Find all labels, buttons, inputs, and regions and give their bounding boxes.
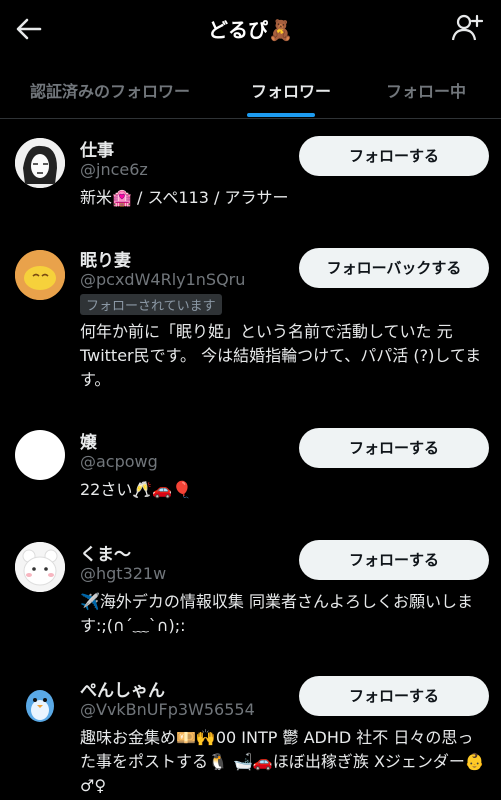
avatar[interactable]	[15, 678, 65, 728]
add-person-icon[interactable]	[451, 12, 484, 44]
page-title: どるぴ🧸	[208, 18, 293, 42]
user-name[interactable]: 仕事	[80, 136, 114, 161]
avatar[interactable]	[15, 250, 65, 300]
follow-button[interactable]: フォローする	[299, 540, 489, 580]
user-name[interactable]: 嬢	[80, 428, 97, 453]
tab-followers[interactable]: フォロワー	[251, 78, 331, 102]
avatar[interactable]	[15, 138, 65, 188]
user-handle[interactable]: @hgt321w	[80, 564, 166, 583]
tab-bar: 認証済みのフォロワー フォロワー フォロー中	[0, 62, 501, 119]
tab-following[interactable]: フォロー中	[386, 78, 466, 102]
user-handle[interactable]: @VvkBnUFp3W56554	[80, 700, 255, 719]
tab-verified-followers[interactable]: 認証済みのフォロワー	[30, 78, 190, 102]
top-bar: どるぴ🧸	[0, 0, 501, 58]
user-bio: 趣味お金集め💴🙌00 INTP 鬱 ADHD 社不 日々の思った事をポストする🐧…	[80, 728, 485, 795]
follow-back-button[interactable]: フォローバックする	[299, 248, 489, 288]
follow-button[interactable]: フォローする	[299, 136, 489, 176]
user-bio: 新米🏩 / スペ113 / アラサー	[80, 188, 289, 207]
user-bio: 22さい🥂🚗🎈	[80, 480, 193, 499]
user-name[interactable]: くま〜	[80, 540, 131, 565]
follow-button[interactable]: フォローする	[299, 428, 489, 468]
user-handle[interactable]: @pcxdW4Rly1nSQru	[80, 270, 245, 289]
avatar[interactable]	[15, 430, 65, 480]
follows-you-badge: フォローされています	[80, 294, 222, 315]
user-handle[interactable]: @acpowg	[80, 452, 158, 471]
follow-button[interactable]: フォローする	[299, 676, 489, 716]
user-bio: ✈️海外デカの情報収集 同業者さんよろしくお願いします:;(∩´﹏`∩);:	[80, 592, 474, 635]
user-handle[interactable]: @jnce6z	[80, 160, 148, 179]
avatar[interactable]	[15, 542, 65, 592]
active-tab-indicator	[247, 113, 315, 117]
user-name[interactable]: ぺんしゃん	[80, 676, 165, 701]
user-name[interactable]: 眠り妻	[80, 246, 131, 271]
user-bio: 何年か前に「眠り姫」という名前で活動していた 元Twitter民です。 今は結婚…	[80, 322, 482, 389]
